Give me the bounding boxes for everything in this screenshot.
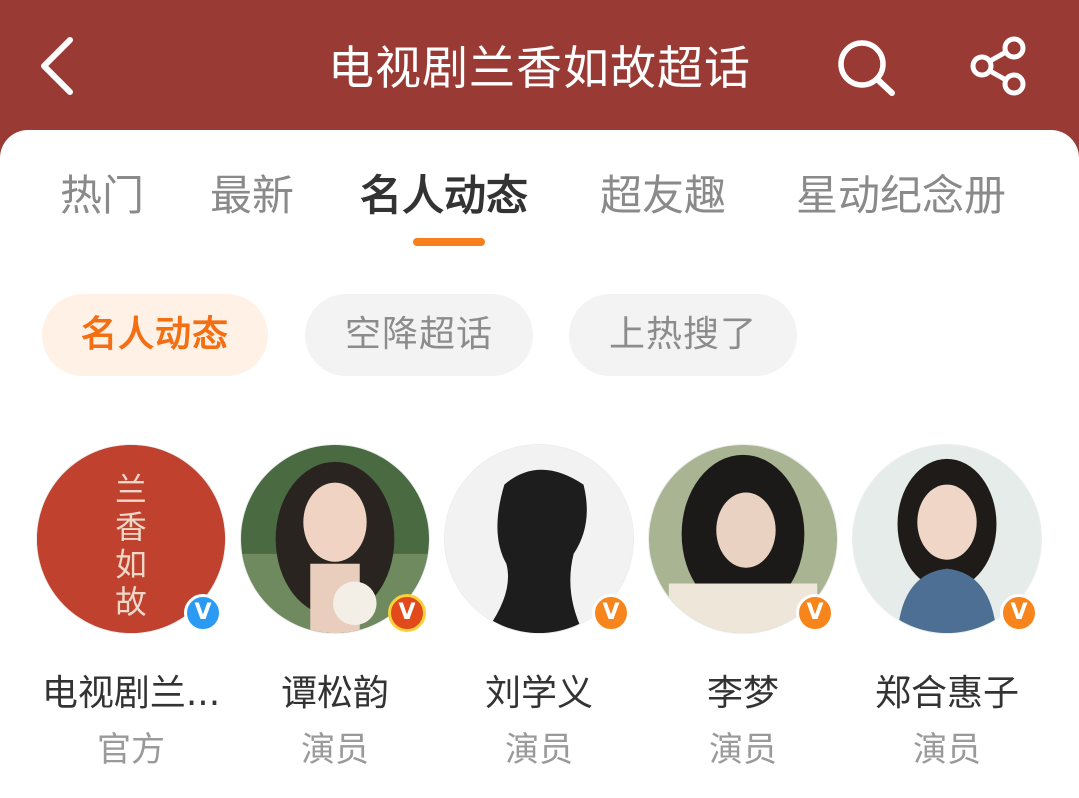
svg-text:如: 如 bbox=[115, 548, 147, 584]
svg-text:故: 故 bbox=[115, 585, 147, 621]
search-button[interactable] bbox=[834, 36, 898, 96]
top-bar: 电视剧兰香如故超话 bbox=[0, 0, 1079, 140]
celebrity-card[interactable]: V 李梦 演员 bbox=[646, 444, 850, 798]
celebrity-card[interactable]: V 郑合惠子 演员 bbox=[850, 444, 1054, 798]
celebrity-name: 刘学义 bbox=[484, 673, 593, 714]
tab-celebrity-updates[interactable]: 名人动态 bbox=[360, 168, 528, 224]
content-sheet: 热门 最新 名人动态 超友趣 星动纪念册 名人动态 空降超话 上热搜了 兰 香 … bbox=[0, 130, 1079, 798]
celebrity-name: 电视剧兰... bbox=[41, 673, 221, 714]
celebrity-name: 谭松韵 bbox=[280, 673, 389, 714]
verified-badge-icon: V bbox=[388, 594, 426, 632]
svg-text:香: 香 bbox=[115, 510, 147, 546]
celebrity-role: 演员 bbox=[913, 730, 981, 770]
celebrity-role: 演员 bbox=[301, 730, 369, 770]
celebrity-role: 演员 bbox=[709, 730, 777, 770]
svg-text:兰: 兰 bbox=[115, 472, 147, 508]
celebrity-role: 演员 bbox=[505, 730, 573, 770]
celebrity-name: 郑合惠子 bbox=[874, 673, 1019, 714]
celebrity-card[interactable]: 兰 香 如 故 V 电视剧兰... 官方 bbox=[34, 444, 238, 798]
celebrity-card[interactable]: V 刘学义 演员 bbox=[442, 444, 646, 798]
verified-badge-icon: V bbox=[1000, 594, 1038, 632]
verified-badge-icon: V bbox=[184, 594, 222, 632]
filter-chip-trending[interactable]: 上热搜了 bbox=[569, 294, 797, 376]
tab-star-album[interactable]: 星动纪念册 bbox=[796, 168, 1006, 224]
share-icon bbox=[970, 36, 1026, 96]
tab-latest[interactable]: 最新 bbox=[210, 168, 294, 224]
active-tab-indicator bbox=[413, 238, 485, 246]
tab-bar: 热门 最新 名人动态 超友趣 星动纪念册 bbox=[0, 168, 1079, 238]
verified-badge-icon: V bbox=[592, 594, 630, 632]
celebrity-role: 官方 bbox=[97, 730, 165, 770]
page-title: 电视剧兰香如故超话 bbox=[328, 41, 751, 95]
filter-chip-celebrity-updates[interactable]: 名人动态 bbox=[42, 294, 268, 376]
verified-badge-icon: V bbox=[796, 594, 834, 632]
search-icon bbox=[838, 40, 895, 96]
celebrity-card[interactable]: V 谭松韵 演员 bbox=[238, 444, 442, 798]
filter-chip-airdrop[interactable]: 空降超话 bbox=[305, 294, 533, 376]
tab-hot[interactable]: 热门 bbox=[60, 168, 144, 224]
tab-super-fun[interactable]: 超友趣 bbox=[600, 168, 726, 224]
celebrity-name: 李梦 bbox=[706, 673, 779, 714]
share-button[interactable] bbox=[966, 36, 1030, 96]
